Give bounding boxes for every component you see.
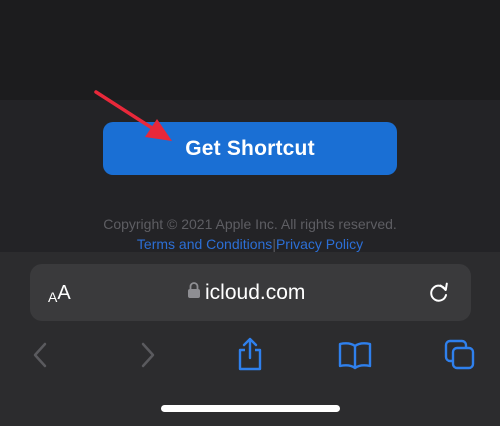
get-shortcut-button[interactable]: Get Shortcut [103,122,397,175]
top-background [0,0,500,100]
text-size-button[interactable]: AA [48,279,71,305]
copyright-text: Copyright © 2021 Apple Inc. All rights r… [103,216,397,232]
home-indicator [161,405,340,412]
url-text: icloud.com [205,281,306,304]
terms-link[interactable]: Terms and Conditions [137,236,272,252]
text-size-small-label: A [48,289,58,305]
privacy-link[interactable]: Privacy Policy [276,236,363,252]
lock-icon [187,281,201,305]
text-size-big-label: A [57,282,71,304]
forward-icon[interactable] [136,340,160,370]
url-display[interactable]: icloud.com [187,279,305,307]
share-icon[interactable] [234,336,266,372]
bookmarks-icon[interactable] [337,340,373,370]
footer-links: Terms and Conditions|Privacy Policy [0,236,500,252]
back-icon[interactable] [28,340,52,370]
reload-icon[interactable] [426,280,452,306]
tabs-icon[interactable] [443,339,477,370]
